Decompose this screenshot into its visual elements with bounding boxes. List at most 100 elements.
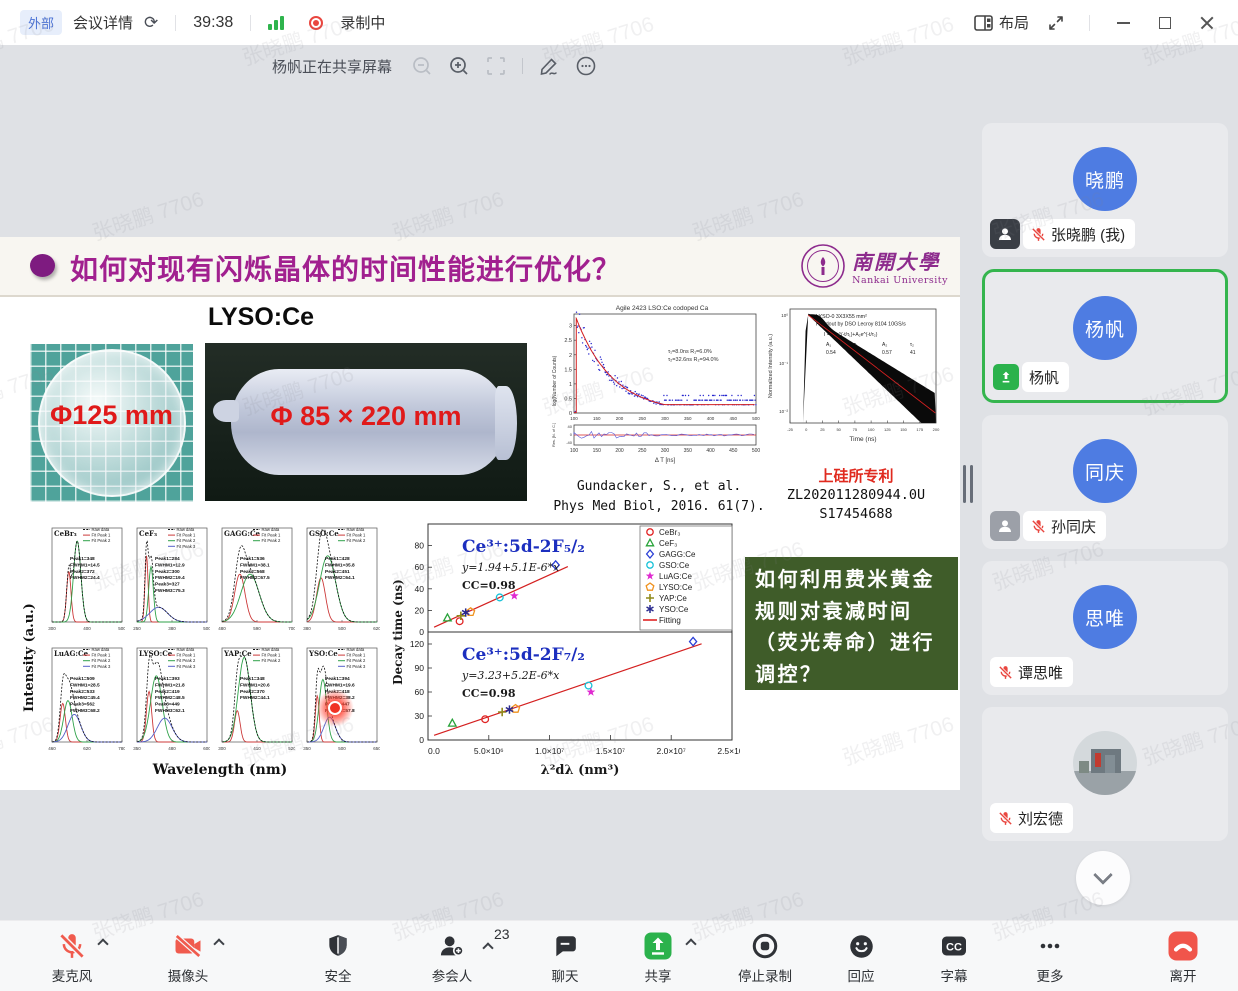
network-signal-icon bbox=[268, 15, 284, 30]
refresh-icon[interactable]: ⟳ bbox=[144, 13, 158, 33]
avatar-photo bbox=[1073, 731, 1137, 795]
maximize-button[interactable] bbox=[1150, 8, 1180, 38]
meeting-details-button[interactable]: 会议详情 bbox=[73, 12, 133, 33]
svg-text:GSO:Ce: GSO:Ce bbox=[659, 561, 690, 570]
svg-text:FWHM1=38.1: FWHM1=38.1 bbox=[240, 562, 270, 568]
svg-text:Raw data: Raw data bbox=[347, 527, 365, 532]
share-screen-button[interactable]: 共享 bbox=[610, 930, 706, 985]
citation-line1: Gundacker, S., et al. bbox=[545, 477, 773, 497]
close-button[interactable] bbox=[1192, 8, 1222, 38]
svg-text:FWHM2=44.1: FWHM2=44.1 bbox=[240, 695, 270, 701]
patent-title: 上硅所专利 bbox=[772, 465, 940, 486]
more-options-icon[interactable] bbox=[575, 55, 597, 77]
recording-label: 录制中 bbox=[340, 12, 385, 33]
svg-text:Raw data: Raw data bbox=[177, 647, 195, 652]
share-screen-icon bbox=[643, 931, 673, 961]
svg-text:600: 600 bbox=[203, 746, 210, 751]
screen-share-area: 杨帆正在共享屏幕 如何对现有闪烁晶体的时间性能进行优化？ bbox=[0, 45, 968, 920]
microphone-button[interactable]: 麦克风 bbox=[24, 930, 120, 985]
zoom-out-icon[interactable] bbox=[411, 55, 433, 77]
svg-text:Peak1=509: Peak1=509 bbox=[70, 676, 95, 682]
nankai-logo: 南開大學 Nankai University bbox=[800, 243, 948, 289]
svg-text:y=3.23+5.2E-6*x: y=3.23+5.2E-6*x bbox=[461, 669, 560, 682]
svg-text:175: 175 bbox=[916, 427, 923, 432]
svg-text:GAGG:Ce: GAGG:Ce bbox=[659, 550, 696, 559]
svg-text:Δ T [ns]: Δ T [ns] bbox=[655, 458, 676, 464]
svg-text:200: 200 bbox=[933, 427, 940, 432]
mic-muted-icon bbox=[1030, 518, 1047, 535]
share-options-chevron[interactable] bbox=[685, 938, 696, 949]
panel-resize-handle[interactable] bbox=[963, 465, 973, 503]
svg-text:Raw data: Raw data bbox=[347, 647, 365, 652]
svg-text:FWHM1=20.6: FWHM1=20.6 bbox=[240, 682, 270, 688]
svg-text:1.5: 1.5 bbox=[564, 367, 572, 373]
stop-recording-button[interactable]: 停止录制 bbox=[717, 930, 813, 985]
svg-text:500: 500 bbox=[752, 416, 760, 421]
svg-text:40: 40 bbox=[568, 424, 573, 429]
close-icon bbox=[1200, 16, 1214, 30]
participant-tile[interactable]: 同庆 孙同庆 bbox=[982, 415, 1228, 549]
participant-name: 谭思唯 bbox=[1018, 662, 1063, 683]
reactions-button[interactable]: 回应 bbox=[813, 930, 909, 985]
svg-text:Fit Peak 1: Fit Peak 1 bbox=[347, 653, 367, 658]
svg-text:20: 20 bbox=[415, 605, 425, 615]
svg-text:A₂: A₂ bbox=[882, 342, 887, 348]
fit-screen-icon[interactable] bbox=[485, 55, 507, 77]
svg-text:Fit Peak 2: Fit Peak 2 bbox=[262, 538, 282, 543]
svg-text:400: 400 bbox=[83, 626, 91, 631]
participant-tile-active-speaker[interactable]: 杨帆 杨帆 bbox=[982, 269, 1228, 403]
patent-code: S17454688 bbox=[772, 505, 940, 524]
svg-text:LYSO-0 3X3X55 mm²: LYSO-0 3X3X55 mm² bbox=[816, 314, 867, 320]
zoom-in-icon[interactable] bbox=[448, 55, 470, 77]
scroll-participants-button[interactable] bbox=[1076, 851, 1130, 905]
svg-text:Fit Peak 1: Fit Peak 1 bbox=[92, 533, 112, 538]
svg-text:-40: -40 bbox=[566, 440, 573, 445]
svg-text:FWHM3=75.3: FWHM3=75.3 bbox=[155, 588, 185, 594]
spectrum-panel-GSO:Ce: GSO:CeRaw dataFit Peak 1Fit Peak 2Peak1=… bbox=[295, 520, 380, 640]
citation: Gundacker, S., et al. Phys Med Biol, 201… bbox=[545, 477, 773, 517]
svg-text:Ce³⁺:5d-2F₅/₂: Ce³⁺:5d-2F₅/₂ bbox=[462, 537, 585, 557]
shield-icon bbox=[325, 933, 351, 959]
more-button[interactable]: 更多 bbox=[1002, 930, 1098, 985]
chat-button[interactable]: 聊天 bbox=[517, 930, 613, 985]
svg-text:10⁰: 10⁰ bbox=[781, 313, 788, 318]
minimize-button[interactable] bbox=[1108, 8, 1138, 38]
participant-name: 杨帆 bbox=[1029, 367, 1059, 388]
camera-button[interactable]: 摄像头 bbox=[140, 930, 236, 985]
camera-options-chevron[interactable] bbox=[213, 938, 224, 949]
participant-tile[interactable]: 思唯 谭思唯 bbox=[982, 561, 1228, 695]
svg-text:FWHM2=24.4: FWHM2=24.4 bbox=[70, 575, 100, 581]
fullscreen-button[interactable] bbox=[1041, 8, 1071, 38]
mic-muted-icon bbox=[997, 810, 1014, 827]
annotate-pen-icon[interactable] bbox=[538, 55, 560, 77]
layout-button[interactable]: 布局 bbox=[974, 12, 1029, 33]
svg-text:log(Number of Counts): log(Number of Counts) bbox=[552, 355, 558, 406]
svg-text:Fit Peak 3: Fit Peak 3 bbox=[177, 544, 197, 549]
svg-text:FWHM1=21.8: FWHM1=21.8 bbox=[155, 682, 185, 688]
svg-text:500: 500 bbox=[752, 448, 761, 454]
patent-number: ZL202011280944.0U bbox=[772, 486, 940, 505]
leave-meeting-button[interactable]: 离开 bbox=[1135, 930, 1231, 985]
participant-tile[interactable]: 晓鹏 张晓鹏 (我) bbox=[982, 123, 1228, 257]
svg-text:GAGG:Ce: GAGG:Ce bbox=[224, 529, 261, 538]
svg-text:80: 80 bbox=[415, 541, 425, 551]
minimize-icon bbox=[1117, 22, 1130, 24]
svg-text:LYSO:Ce: LYSO:Ce bbox=[139, 649, 173, 658]
name-tag: 刘宏德 bbox=[990, 803, 1073, 833]
captions-button[interactable]: CC 字幕 bbox=[906, 930, 1002, 985]
svg-text:FWHM2=64.1: FWHM2=64.1 bbox=[325, 575, 355, 581]
presentation-slide: 如何对现有闪烁晶体的时间性能进行优化？ 南開大學 Nankai Universi… bbox=[0, 237, 960, 790]
svg-text:250: 250 bbox=[638, 416, 646, 421]
svg-text:FWHM1=12.9: FWHM1=12.9 bbox=[155, 562, 185, 568]
participants-button[interactable]: 23 参会人 bbox=[404, 930, 500, 985]
participants-options-chevron[interactable] bbox=[482, 942, 493, 953]
decay-fit-svg: Agile 2423 LSO:Ce codoped Ca00.511.522.5… bbox=[550, 301, 762, 473]
security-button[interactable]: 安全 bbox=[290, 930, 386, 985]
decay-time-scatter-svg: 020406080Ce³⁺:5d-2F₅/₂y=1.94+5.1E-6*xCC=… bbox=[392, 518, 740, 790]
mic-options-chevron[interactable] bbox=[97, 938, 108, 949]
svg-text:300: 300 bbox=[661, 448, 670, 454]
svg-text:10⁻²: 10⁻² bbox=[779, 409, 788, 414]
participant-tile[interactable]: 刘宏德 bbox=[982, 707, 1228, 841]
mic-muted-icon bbox=[57, 931, 87, 961]
svg-text:Fit Peak 2: Fit Peak 2 bbox=[177, 658, 197, 663]
